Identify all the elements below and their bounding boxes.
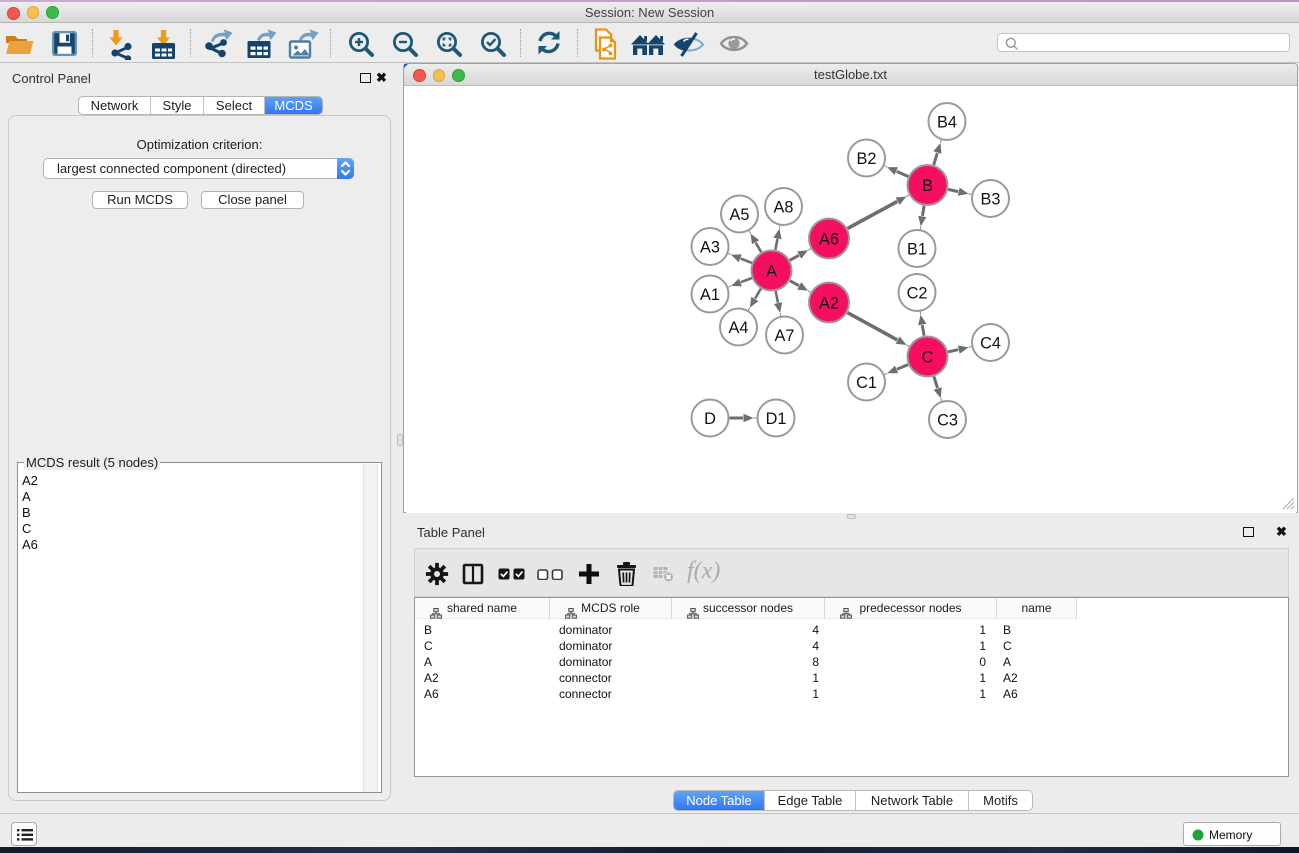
- svg-text:A: A: [766, 262, 777, 280]
- svg-text:B3: B3: [981, 190, 1001, 208]
- svg-text:A5: A5: [730, 206, 750, 224]
- svg-text:D1: D1: [766, 410, 787, 428]
- svg-text:C: C: [922, 348, 934, 366]
- svg-text:C1: C1: [856, 374, 877, 392]
- svg-text:B: B: [922, 177, 933, 195]
- svg-text:A3: A3: [700, 238, 720, 256]
- svg-text:B2: B2: [857, 150, 877, 168]
- svg-text:A2: A2: [819, 294, 839, 312]
- svg-text:C4: C4: [980, 334, 1001, 352]
- svg-text:C3: C3: [937, 411, 958, 429]
- svg-text:C2: C2: [907, 284, 928, 302]
- svg-text:B4: B4: [937, 113, 957, 131]
- svg-text:A4: A4: [729, 319, 749, 337]
- svg-text:D: D: [704, 410, 716, 428]
- svg-text:B1: B1: [907, 240, 927, 258]
- svg-text:A7: A7: [775, 327, 795, 345]
- svg-text:A6: A6: [819, 230, 839, 248]
- svg-text:A8: A8: [774, 198, 794, 216]
- svg-text:A1: A1: [700, 286, 720, 304]
